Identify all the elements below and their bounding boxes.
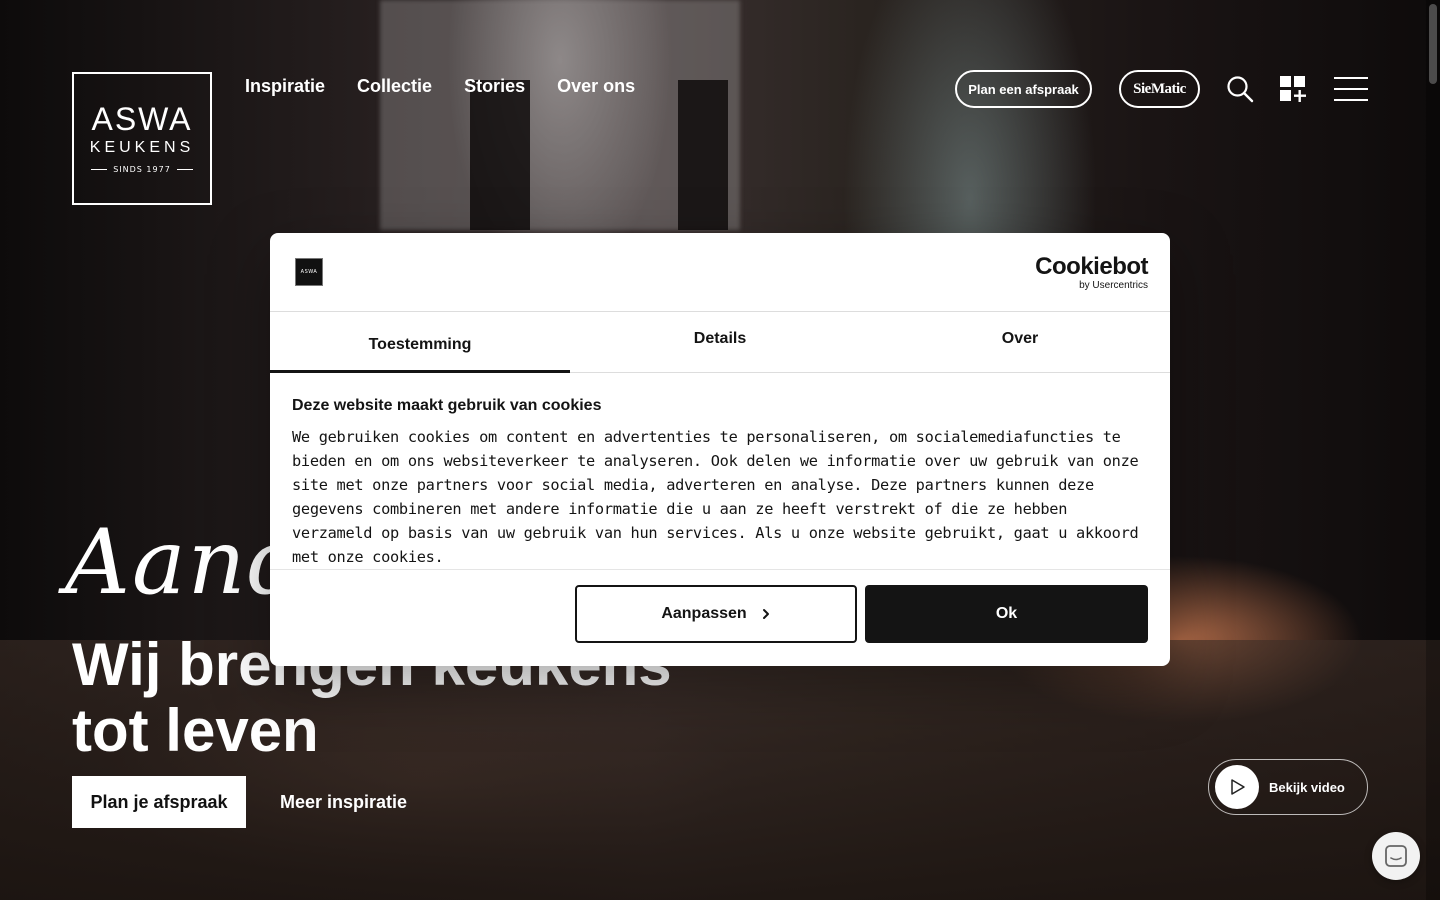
meer-inspiratie-link[interactable]: Meer inspiratie [280,792,407,813]
logo-line-3: SINDS 1977 [91,165,193,174]
cookiebot-name: Cookiebot [1035,253,1148,280]
chevron-right-icon [762,609,769,619]
aswa-brand-logo: ASWA [295,258,323,286]
logo-since: SINDS 1977 [113,165,171,174]
hero-cta-group: Plan je afspraak Meer inspiratie [72,776,407,828]
cookie-dialog-body: Deze website maakt gebruik van cookies W… [270,373,1170,570]
nav-item-inspiratie[interactable]: Inspiratie [245,76,325,97]
chat-icon [1385,845,1407,867]
cookie-dialog-text: We gebruiken cookies om content en adver… [292,428,1139,566]
scrollbar-thumb[interactable] [1429,4,1437,84]
play-icon [1215,765,1259,809]
customize-label: Aanpassen [661,605,747,622]
watch-video-label: Bekijk video [1269,779,1345,795]
main-nav: Inspiratie Collectie Stories Over ons [245,76,635,97]
cookiebot-sub: by Usercentrics [1079,280,1148,291]
cookie-consent-dialog: ASWA Cookiebot by Usercentrics Toestemmi… [270,233,1170,666]
brand-logo-text: ASWA [300,269,318,275]
page-scrollbar[interactable] [1426,0,1440,900]
customize-button[interactable]: Aanpassen [575,585,857,643]
nav-item-over-ons[interactable]: Over ons [557,76,635,97]
nav-item-stories[interactable]: Stories [464,76,525,97]
cookie-dialog-footer: Aanpassen Ok [270,570,1170,643]
plan-afspraak-button[interactable]: Plan je afspraak [72,776,246,828]
logo-line-2: KEUKENS [89,139,195,156]
search-icon[interactable] [1226,75,1254,103]
cookiebot-logo[interactable]: Cookiebot by Usercentrics [1035,253,1148,292]
logo-line-1: ASWA [91,101,193,137]
site-logo[interactable]: ASWA KEUKENS SINDS 1977 [72,72,212,205]
tab-toestemming[interactable]: Toestemming [270,312,570,373]
chat-launcher-button[interactable] [1372,832,1420,880]
hamburger-menu-icon[interactable] [1334,76,1368,102]
cookie-dialog-title: Deze website maakt gebruik van cookies [292,397,602,414]
watch-video-button[interactable]: Bekijk video [1208,759,1368,815]
header-actions: Plan een afspraak SieMatic [955,70,1368,108]
cookie-dialog-header: ASWA Cookiebot by Usercentrics [270,233,1170,312]
cookie-tabs: Toestemming Details Over [270,312,1170,373]
hero-headline-line-2: tot leven [72,697,319,764]
tab-over[interactable]: Over [870,312,1170,372]
grid-plus-icon[interactable] [1280,76,1306,102]
tab-details[interactable]: Details [570,312,870,372]
siematic-button[interactable]: SieMatic [1119,70,1200,108]
ok-button[interactable]: Ok [865,585,1148,643]
nav-item-collectie[interactable]: Collectie [357,76,432,97]
plan-appointment-button[interactable]: Plan een afspraak [955,70,1092,108]
